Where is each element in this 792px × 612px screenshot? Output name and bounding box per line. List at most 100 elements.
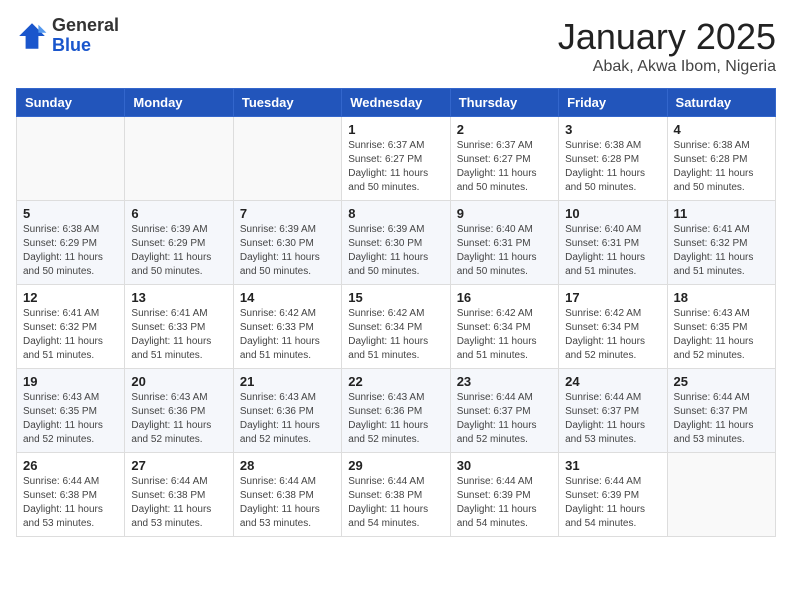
- day-info: Sunrise: 6:43 AMSunset: 6:36 PMDaylight:…: [240, 391, 335, 447]
- calendar-cell: 6Sunrise: 6:39 AMSunset: 6:29 PMDaylight…: [125, 201, 233, 285]
- day-number: 30: [457, 458, 552, 473]
- day-info: Sunrise: 6:44 AMSunset: 6:38 PMDaylight:…: [240, 475, 335, 531]
- calendar-cell: 15Sunrise: 6:42 AMSunset: 6:34 PMDayligh…: [342, 285, 450, 369]
- day-number: 20: [131, 374, 226, 389]
- day-number: 28: [240, 458, 335, 473]
- calendar-week-row: 26 Sunrise: 6:44 AMSunset: 6:38 PMDayligh…: [17, 453, 776, 537]
- location-title: Abak, Akwa Ibom, Nigeria: [558, 58, 776, 76]
- day-info: Sunrise: 6:40 AMSunset: 6:31 PMDaylight:…: [457, 223, 552, 279]
- day-info: Sunrise: 6:44 AMSunset: 6:38 PMDaylight:…: [131, 475, 226, 531]
- calendar-cell: 29Sunrise: 6:44 AMSunset: 6:38 PMDayligh…: [342, 453, 450, 537]
- calendar-cell: 2 Sunrise: 6:37 AMSunset: 6:27 PMDaylight…: [450, 117, 558, 201]
- day-number: 25: [674, 374, 769, 389]
- day-number: 19: [23, 374, 118, 389]
- calendar-cell: 1 Sunrise: 6:37 AMSunset: 6:27 PMDaylight…: [342, 117, 450, 201]
- day-number: 17: [565, 290, 660, 305]
- calendar-cell: 24 Sunrise: 6:44 AMSunset: 6:37 PMDayligh…: [559, 369, 667, 453]
- calendar-cell: 10 Sunrise: 6:40 AMSunset: 6:31 PMDayligh…: [559, 201, 667, 285]
- day-number: 21: [240, 374, 335, 389]
- day-info: Sunrise: 6:41 AMSunset: 6:32 PMDaylight:…: [674, 223, 769, 279]
- calendar-cell: 17 Sunrise: 6:42 AMSunset: 6:34 PMDayligh…: [559, 285, 667, 369]
- day-number: 3: [565, 122, 660, 137]
- logo: General Blue: [16, 16, 119, 56]
- day-info: Sunrise: 6:44 AMSunset: 6:38 PMDaylight:…: [348, 475, 443, 531]
- day-number: 27: [131, 458, 226, 473]
- day-info: Sunrise: 6:42 AMSunset: 6:34 PMDaylight:…: [457, 307, 552, 363]
- day-number: 31: [565, 458, 660, 473]
- calendar-cell: 27 Sunrise: 6:44 AMSunset: 6:38 PMDayligh…: [125, 453, 233, 537]
- day-info: Sunrise: 6:44 AMSunset: 6:37 PMDaylight:…: [565, 391, 660, 447]
- calendar-week-row: 12 Sunrise: 6:41 AMSunset: 6:32 PMDayligh…: [17, 285, 776, 369]
- calendar-cell: 5 Sunrise: 6:38 AMSunset: 6:29 PMDaylight…: [17, 201, 125, 285]
- calendar-cell: 7 Sunrise: 6:39 AMSunset: 6:30 PMDaylight…: [233, 201, 341, 285]
- day-info: Sunrise: 6:42 AMSunset: 6:34 PMDaylight:…: [565, 307, 660, 363]
- day-number: 4: [674, 122, 769, 137]
- calendar-cell: 30Sunrise: 6:44 AMSunset: 6:39 PMDayligh…: [450, 453, 558, 537]
- day-number: 12: [23, 290, 118, 305]
- day-number: 16: [457, 290, 552, 305]
- calendar-cell: [17, 117, 125, 201]
- calendar-week-row: 5 Sunrise: 6:38 AMSunset: 6:29 PMDaylight…: [17, 201, 776, 285]
- day-info: Sunrise: 6:39 AMSunset: 6:30 PMDaylight:…: [348, 223, 443, 279]
- day-info: Sunrise: 6:39 AMSunset: 6:30 PMDaylight:…: [240, 223, 335, 279]
- calendar-cell: 19 Sunrise: 6:43 AMSunset: 6:35 PMDayligh…: [17, 369, 125, 453]
- day-info: Sunrise: 6:44 AMSunset: 6:39 PMDaylight:…: [565, 475, 660, 531]
- title-block: January 2025 Abak, Akwa Ibom, Nigeria: [558, 16, 776, 76]
- day-info: Sunrise: 6:41 AMSunset: 6:32 PMDaylight:…: [23, 307, 118, 363]
- calendar-cell: 14 Sunrise: 6:42 AMSunset: 6:33 PMDayligh…: [233, 285, 341, 369]
- calendar-cell: 21 Sunrise: 6:43 AMSunset: 6:36 PMDayligh…: [233, 369, 341, 453]
- day-number: 2: [457, 122, 552, 137]
- day-info: Sunrise: 6:38 AMSunset: 6:28 PMDaylight:…: [565, 139, 660, 195]
- day-info: Sunrise: 6:44 AMSunset: 6:37 PMDaylight:…: [674, 391, 769, 447]
- day-info: Sunrise: 6:43 AMSunset: 6:35 PMDaylight:…: [23, 391, 118, 447]
- calendar-cell: [667, 453, 775, 537]
- calendar-cell: 28 Sunrise: 6:44 AMSunset: 6:38 PMDayligh…: [233, 453, 341, 537]
- calendar-cell: 26 Sunrise: 6:44 AMSunset: 6:38 PMDayligh…: [17, 453, 125, 537]
- day-number: 26: [23, 458, 118, 473]
- weekday-header-tuesday: Tuesday: [233, 89, 341, 117]
- calendar-header-row: SundayMondayTuesdayWednesdayThursdayFrid…: [17, 89, 776, 117]
- logo-blue-text: Blue: [52, 35, 91, 55]
- day-number: 18: [674, 290, 769, 305]
- calendar-cell: 3 Sunrise: 6:38 AMSunset: 6:28 PMDaylight…: [559, 117, 667, 201]
- logo-icon: [16, 20, 48, 52]
- calendar-cell: 12 Sunrise: 6:41 AMSunset: 6:32 PMDayligh…: [17, 285, 125, 369]
- calendar-cell: 16 Sunrise: 6:42 AMSunset: 6:34 PMDayligh…: [450, 285, 558, 369]
- calendar-cell: 8 Sunrise: 6:39 AMSunset: 6:30 PMDaylight…: [342, 201, 450, 285]
- day-number: 9: [457, 206, 552, 221]
- day-info: Sunrise: 6:37 AMSunset: 6:27 PMDaylight:…: [348, 139, 443, 195]
- day-number: 23: [457, 374, 552, 389]
- day-info: Sunrise: 6:38 AMSunset: 6:29 PMDaylight:…: [23, 223, 118, 279]
- day-number: 8: [348, 206, 443, 221]
- day-info: Sunrise: 6:37 AMSunset: 6:27 PMDaylight:…: [457, 139, 552, 195]
- day-number: 5: [23, 206, 118, 221]
- day-number: 10: [565, 206, 660, 221]
- day-number: 15: [348, 290, 443, 305]
- calendar-cell: [125, 117, 233, 201]
- calendar-cell: 25 Sunrise: 6:44 AMSunset: 6:37 PMDayligh…: [667, 369, 775, 453]
- day-info: Sunrise: 6:42 AMSunset: 6:33 PMDaylight:…: [240, 307, 335, 363]
- day-info: Sunrise: 6:40 AMSunset: 6:31 PMDaylight:…: [565, 223, 660, 279]
- weekday-header-wednesday: Wednesday: [342, 89, 450, 117]
- day-info: Sunrise: 6:43 AMSunset: 6:35 PMDaylight:…: [674, 307, 769, 363]
- calendar-cell: [233, 117, 341, 201]
- day-info: Sunrise: 6:41 AMSunset: 6:33 PMDaylight:…: [131, 307, 226, 363]
- day-number: 14: [240, 290, 335, 305]
- day-info: Sunrise: 6:38 AMSunset: 6:28 PMDaylight:…: [674, 139, 769, 195]
- day-number: 7: [240, 206, 335, 221]
- calendar-cell: 13Sunrise: 6:41 AMSunset: 6:33 PMDayligh…: [125, 285, 233, 369]
- day-number: 24: [565, 374, 660, 389]
- day-info: Sunrise: 6:43 AMSunset: 6:36 PMDaylight:…: [348, 391, 443, 447]
- weekday-header-sunday: Sunday: [17, 89, 125, 117]
- calendar-cell: 23 Sunrise: 6:44 AMSunset: 6:37 PMDayligh…: [450, 369, 558, 453]
- weekday-header-monday: Monday: [125, 89, 233, 117]
- weekday-header-saturday: Saturday: [667, 89, 775, 117]
- day-number: 1: [348, 122, 443, 137]
- day-info: Sunrise: 6:44 AMSunset: 6:38 PMDaylight:…: [23, 475, 118, 531]
- month-title: January 2025: [558, 16, 776, 58]
- calendar-cell: 22Sunrise: 6:43 AMSunset: 6:36 PMDayligh…: [342, 369, 450, 453]
- calendar-week-row: 19 Sunrise: 6:43 AMSunset: 6:35 PMDayligh…: [17, 369, 776, 453]
- calendar-cell: 9 Sunrise: 6:40 AMSunset: 6:31 PMDaylight…: [450, 201, 558, 285]
- day-info: Sunrise: 6:44 AMSunset: 6:37 PMDaylight:…: [457, 391, 552, 447]
- page-header: General Blue January 2025 Abak, Akwa Ibo…: [16, 16, 776, 76]
